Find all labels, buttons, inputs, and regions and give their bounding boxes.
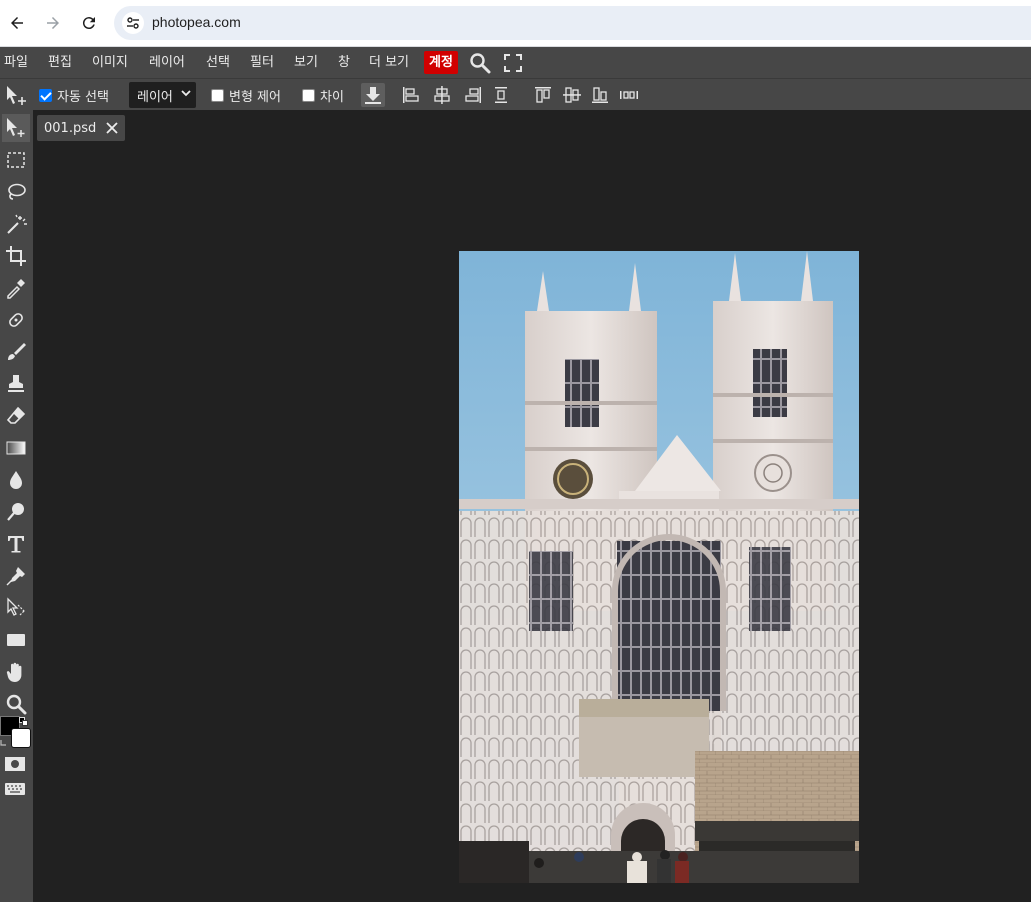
- document-canvas[interactable]: [459, 251, 859, 883]
- pen-tool-icon: [6, 567, 25, 586]
- workspace: 001.psd: [33, 110, 1031, 902]
- forward-button[interactable]: [38, 8, 68, 38]
- magic-wand-icon: [7, 214, 27, 234]
- distances-checkbox[interactable]: [302, 88, 315, 102]
- distances-option[interactable]: 차이: [302, 79, 344, 111]
- menu-bar: 파일 편집 이미지 레이어 선택 필터 보기 창 더 보기 계정: [0, 47, 1031, 78]
- type-tool-icon: [8, 536, 24, 553]
- document-tab-title: 001.psd: [44, 120, 97, 136]
- forward-arrow-icon: [47, 17, 59, 29]
- eyedropper-icon: [7, 279, 25, 299]
- menu-image[interactable]: 이미지: [92, 52, 128, 73]
- menu-edit[interactable]: 편집: [48, 52, 72, 73]
- close-icon[interactable]: [105, 121, 119, 135]
- menu-window[interactable]: 창: [338, 52, 350, 73]
- gradient-tool[interactable]: [2, 434, 30, 462]
- eraser-tool[interactable]: [2, 402, 30, 430]
- transform-controls-checkbox[interactable]: [211, 88, 224, 102]
- brush-tool[interactable]: [2, 338, 30, 366]
- dodge-tool[interactable]: [2, 498, 30, 526]
- chevron-down-icon: [181, 90, 191, 97]
- clone-stamp-tool[interactable]: [2, 370, 30, 398]
- clone-stamp-icon: [8, 375, 24, 392]
- distribute-vertical-icon[interactable]: [491, 85, 511, 105]
- menu-select[interactable]: 선택: [206, 52, 230, 73]
- path-select-tool[interactable]: [2, 594, 30, 622]
- auto-select-target-dropdown[interactable]: 레이어: [129, 82, 196, 108]
- search-icon[interactable]: [469, 52, 491, 74]
- auto-select-label: 자동 선택: [57, 89, 109, 105]
- blur-icon: [10, 471, 22, 489]
- move-tool-icon: [7, 118, 25, 137]
- dropdown-value: 레이어: [137, 89, 173, 105]
- swap-colors-icon[interactable]: [0, 736, 10, 746]
- align-middle-vertical-icon[interactable]: [562, 85, 582, 105]
- shape-tool-icon: [7, 634, 25, 646]
- dodge-icon: [7, 503, 24, 521]
- menu-filter[interactable]: 필터: [250, 52, 274, 73]
- menu-layer[interactable]: 레이어: [149, 52, 185, 73]
- align-bottom-icon[interactable]: [590, 85, 610, 105]
- brush-icon: [8, 343, 26, 360]
- marquee-tool[interactable]: [2, 146, 30, 174]
- address-bar[interactable]: photopea.com: [114, 6, 1031, 40]
- download-icon[interactable]: [361, 83, 385, 107]
- auto-select-option[interactable]: 자동 선택: [39, 79, 109, 111]
- move-tool-icon[interactable]: [5, 85, 29, 107]
- zoom-tool[interactable]: [2, 690, 30, 718]
- background-color-swatch[interactable]: [11, 728, 31, 748]
- back-button[interactable]: [2, 8, 32, 38]
- crop-tool-icon: [6, 246, 26, 266]
- back-arrow-icon: [11, 17, 23, 29]
- hand-tool[interactable]: [2, 658, 30, 686]
- site-info-button[interactable]: [122, 12, 144, 34]
- distances-label: 차이: [320, 89, 344, 105]
- magic-wand-tool[interactable]: [2, 210, 30, 238]
- eyedropper-tool[interactable]: [2, 274, 30, 302]
- options-bar: 자동 선택 레이어 변형 제어 차이: [0, 78, 1031, 110]
- align-top-icon[interactable]: [533, 85, 553, 105]
- gradient-icon: [6, 441, 26, 455]
- reload-button[interactable]: [74, 8, 104, 38]
- distribute-horizontal-icon[interactable]: [619, 85, 639, 105]
- menu-account[interactable]: 계정: [424, 51, 458, 74]
- menu-view[interactable]: 보기: [294, 52, 318, 73]
- move-tool[interactable]: [2, 114, 30, 142]
- auto-select-checkbox[interactable]: [39, 88, 52, 102]
- fullscreen-icon[interactable]: [502, 52, 524, 74]
- lasso-tool-icon: [8, 183, 26, 200]
- tools-panel: [0, 110, 33, 902]
- document-tab[interactable]: 001.psd: [37, 115, 125, 141]
- transform-controls-option[interactable]: 변형 제어: [211, 79, 281, 111]
- shape-tool[interactable]: [2, 626, 30, 654]
- default-colors-icon[interactable]: [19, 717, 29, 727]
- lasso-tool[interactable]: [2, 178, 30, 206]
- quick-mask-icon[interactable]: [4, 756, 26, 772]
- path-select-icon: [7, 597, 26, 616]
- type-tool[interactable]: [2, 530, 30, 558]
- url-text[interactable]: photopea.com: [152, 14, 241, 30]
- menu-file[interactable]: 파일: [4, 52, 28, 73]
- keyboard-icon[interactable]: [4, 782, 26, 796]
- pen-tool[interactable]: [2, 562, 30, 590]
- crop-tool[interactable]: [2, 242, 30, 270]
- blur-tool[interactable]: [2, 466, 30, 494]
- healing-brush-tool[interactable]: [2, 306, 30, 334]
- align-right-icon[interactable]: [463, 85, 483, 105]
- marquee-tool-icon: [7, 152, 25, 168]
- browser-toolbar: photopea.com: [0, 0, 1031, 47]
- tune-icon: [127, 17, 139, 29]
- reload-icon: [82, 17, 95, 30]
- align-left-icon[interactable]: [401, 85, 421, 105]
- zoom-tool-icon: [6, 694, 27, 715]
- transform-controls-label: 변형 제어: [229, 89, 281, 105]
- hand-tool-icon: [6, 662, 22, 682]
- align-center-horizontal-icon[interactable]: [432, 85, 452, 105]
- eraser-icon: [6, 406, 26, 424]
- menu-more[interactable]: 더 보기: [369, 52, 409, 73]
- healing-brush-icon: [9, 313, 23, 327]
